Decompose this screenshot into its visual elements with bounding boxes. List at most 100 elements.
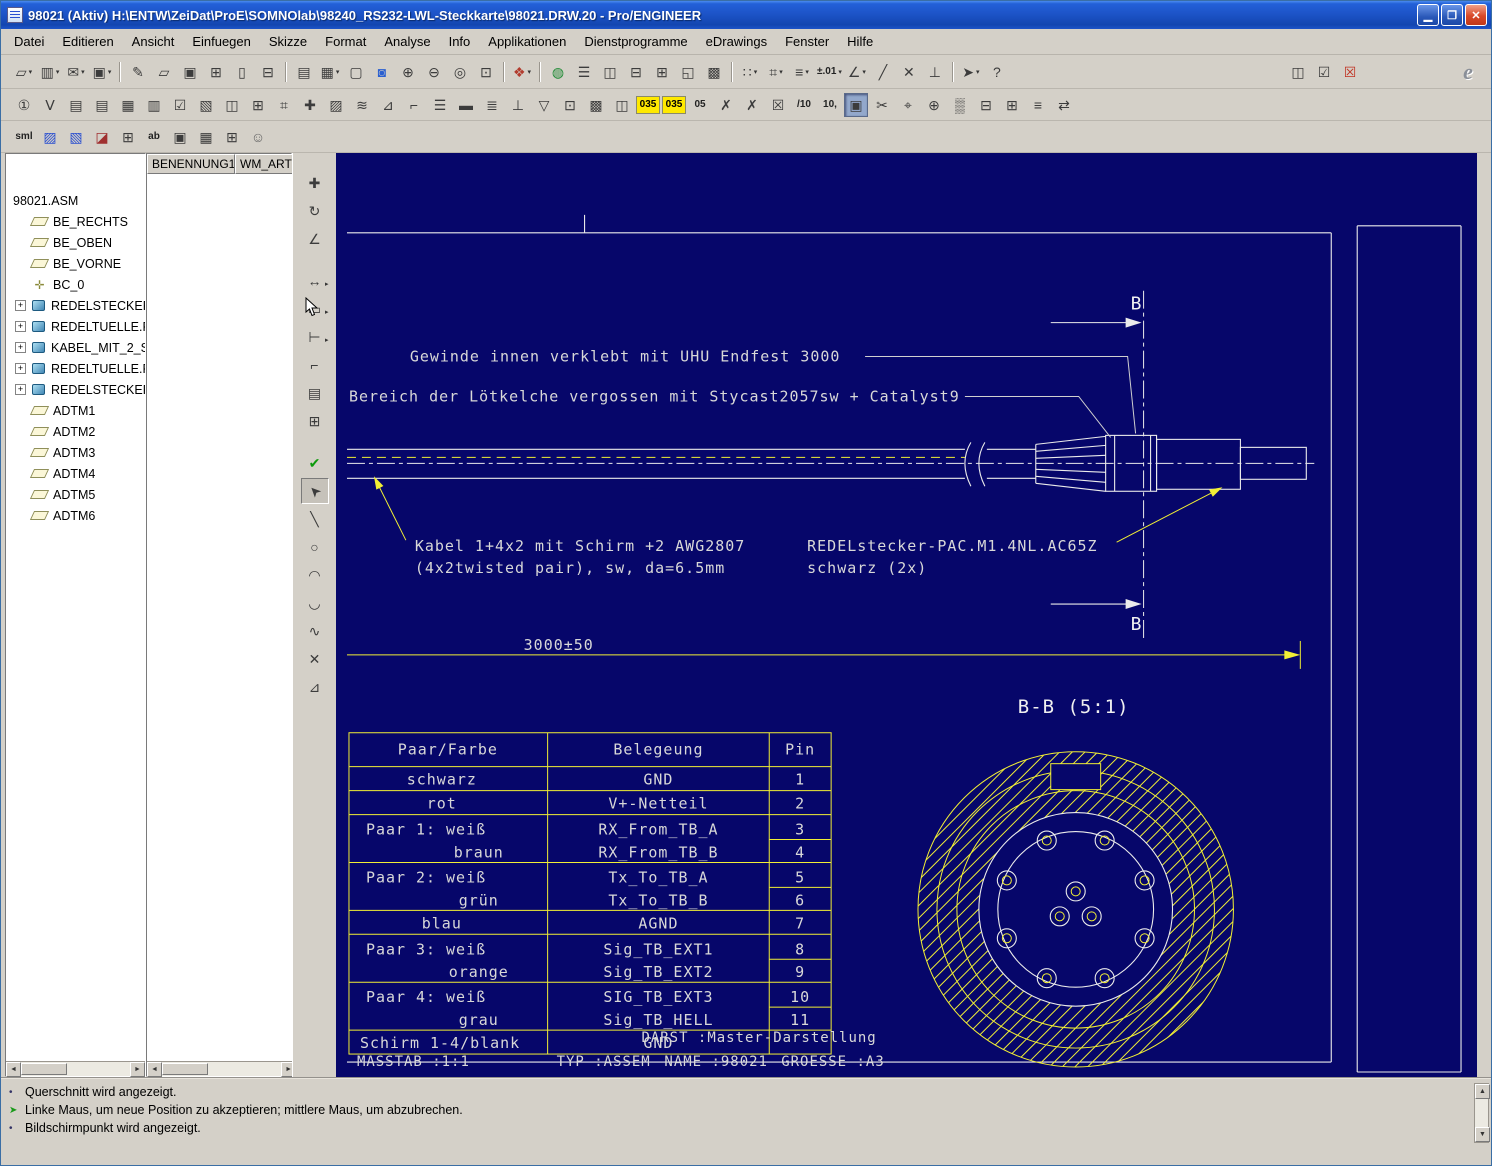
table-cell[interactable]: Paar 1: weiß [366, 821, 486, 839]
text-style-button[interactable]: ▣ [168, 125, 192, 149]
dim-display-button[interactable]: ◫ [610, 93, 634, 117]
swap-sheet-button[interactable]: ⇄ [1052, 93, 1076, 117]
title-block-name[interactable]: NAME :98021 [664, 1054, 768, 1070]
hatch-pattern-button[interactable]: ⊞ [116, 125, 140, 149]
sml-mode-button[interactable]: sml [12, 125, 36, 149]
table-cell[interactable]: Paar 2: weiß [366, 868, 486, 886]
scrollbar-thumb[interactable] [162, 1063, 208, 1075]
table-cell[interactable]: 4 [795, 843, 805, 861]
section-view-b-b[interactable]: B-B (5:1) [917, 696, 1234, 1068]
table-cell[interactable]: RX_From_TB_B [598, 843, 718, 861]
view-auxiliary-button[interactable]: ✚ [298, 93, 322, 117]
dropdown-arrow-icon[interactable]: ▾ [976, 68, 980, 76]
dropdown-arrow-icon[interactable]: ▾ [108, 68, 112, 76]
table-cell[interactable]: blau [422, 914, 462, 932]
table-cell[interactable]: V+-Netteil [608, 795, 708, 813]
measure-button[interactable]: ≡ ▾ [790, 60, 814, 84]
sketch-button[interactable]: ✎ [126, 60, 150, 84]
zoom-window-button[interactable]: ◎ [448, 60, 472, 84]
table-cell[interactable]: 11 [790, 1011, 810, 1029]
draft-grid-button[interactable]: ∷ ▾ [738, 60, 762, 84]
view-hidden-button[interactable]: ▦ ▾ [318, 60, 342, 84]
menu-format[interactable]: Format [316, 30, 375, 53]
dimension-text[interactable]: 3000±50 [524, 636, 594, 654]
tolerance-button[interactable]: ±.01 ▾ [816, 60, 843, 84]
view-projection-button[interactable]: ◫ [220, 93, 244, 117]
dropdown-arrow-icon[interactable]: ▾ [29, 68, 33, 76]
section-label-bottom[interactable]: B [1131, 614, 1143, 635]
section-label-top[interactable]: B [1131, 294, 1143, 315]
dropdown-arrow-icon[interactable]: ▾ [81, 68, 85, 76]
tree-item-adtm3[interactable]: ADTM3 [6, 442, 145, 463]
table-cell[interactable]: grau [459, 1011, 499, 1029]
line-tool-tool-button[interactable]: ╲ [301, 506, 329, 532]
tol-035-b-button[interactable]: 035 [662, 95, 686, 114]
spline-tool-tool-button[interactable]: ∿ [301, 618, 329, 644]
fill-color-button[interactable]: ◪ [90, 125, 114, 149]
sheet-prev-button[interactable]: ▤ [64, 93, 88, 117]
flyout-arrow-icon[interactable]: ▸ [325, 280, 329, 288]
table-cell[interactable]: Tx_To_TB_B [608, 891, 708, 909]
column-header-wm-arti[interactable]: WM_ARTI [235, 154, 297, 174]
view-wireframe-button[interactable]: ▤ [292, 60, 316, 84]
open-button[interactable]: ▱ ▾ [12, 60, 36, 84]
table-cell[interactable]: Sig_TB_EXT2 [603, 963, 713, 981]
dropdown-arrow-icon[interactable]: ▾ [754, 68, 758, 76]
table-cell[interactable]: 3 [795, 821, 805, 839]
table-edit-button[interactable]: ▥ [142, 93, 166, 117]
table-cell[interactable]: schwarz [407, 771, 477, 789]
scrollbar-thumb[interactable] [21, 1063, 67, 1075]
sheet-next-button[interactable]: ▤ [90, 93, 114, 117]
section-view-title[interactable]: B-B (5:1) [1018, 696, 1130, 718]
window-tile-3-button[interactable]: ⊞ [650, 60, 674, 84]
scroll-down-icon[interactable]: ▼ [1475, 1127, 1490, 1142]
pin-assignment-table[interactable]: Paar/Farbe Belegeung Pin schwarz GND 1 r… [348, 732, 832, 1055]
pattern-fill-button[interactable]: ▒ [948, 93, 972, 117]
menu-edrawings[interactable]: eDrawings [697, 30, 776, 53]
arc-tool-tool-button[interactable]: ◠ [301, 562, 329, 588]
model-views-button[interactable]: Ⅴ [38, 93, 62, 117]
table-cell[interactable]: 7 [795, 914, 805, 932]
align-items-button[interactable]: ⊕ [922, 93, 946, 117]
repeat-region-button[interactable]: ☑ [168, 93, 192, 117]
tree-root-item[interactable]: 98021.ASM [6, 190, 145, 211]
table-cell[interactable]: Sig_TB_HELL [603, 1011, 713, 1029]
table-cell[interactable]: Sig_TB_EXT1 [603, 940, 713, 958]
dropdown-arrow-icon[interactable]: ▾ [805, 68, 809, 76]
table-create-button[interactable]: ▦ [116, 93, 140, 117]
pan-tool-button[interactable]: ✚ [301, 170, 329, 196]
dimension-tool-button[interactable]: ⊢ ▸ [301, 324, 328, 350]
message-scrollbar[interactable]: ▲ ▼ [1474, 1083, 1490, 1143]
window-tile-1-button[interactable]: ◫ [598, 60, 622, 84]
print-manager-button[interactable]: ⊞ [204, 60, 228, 84]
perpendicular-button[interactable]: ⊥ [923, 60, 947, 84]
delete-item-button[interactable]: ✗ [740, 93, 764, 117]
title-bar[interactable]: 98021 (Aktiv) H:\ENTW\ZeiDat\ProE\SOMNOl… [1, 1, 1491, 29]
table-header-farbe[interactable]: Paar/Farbe [398, 741, 498, 759]
table-cell[interactable]: RX_From_TB_A [598, 821, 718, 839]
view-angle-button[interactable]: ⊿ [376, 93, 400, 117]
save-button[interactable]: ▣ ▾ [90, 60, 114, 84]
window-close-button[interactable]: ☒ [1338, 60, 1362, 84]
cell-shade-button[interactable]: ▩ [702, 60, 726, 84]
expand-icon[interactable]: + [15, 384, 26, 395]
title-block-groesse[interactable]: GROESSE :A3 [781, 1054, 885, 1070]
dropdown-arrow-icon[interactable]: ▾ [862, 68, 866, 76]
drawing-area[interactable]: B B Gewinde innen verklebt mit UHU Endfe… [336, 153, 1477, 1077]
spin-tool-button[interactable]: ↻ [301, 198, 329, 224]
tree-item-be_oben[interactable]: BE_OBEN [6, 232, 145, 253]
table-cell[interactable]: GND [643, 771, 673, 789]
tree-item-adtm6[interactable]: ADTM6 [6, 505, 145, 526]
view-origin-button[interactable]: ⌐ [402, 93, 426, 117]
table-cell[interactable]: 9 [795, 963, 805, 981]
snap-mode-button[interactable]: ▣ [844, 92, 868, 117]
table-cell[interactable]: Paar 4: weiß [366, 988, 486, 1006]
layer-display-button[interactable]: ☰ [428, 93, 452, 117]
datum-target-button[interactable]: ▩ [584, 93, 608, 117]
menu-einfuegen[interactable]: Einfuegen [183, 30, 260, 53]
section-cut-line[interactable]: B B [1050, 290, 1145, 640]
open-file-button[interactable]: ▱ [152, 60, 176, 84]
axis-tool-tool-button[interactable]: ⊿ [301, 674, 329, 700]
table-cell[interactable]: AGND [638, 914, 678, 932]
context-help-button[interactable]: ? [985, 60, 1009, 84]
